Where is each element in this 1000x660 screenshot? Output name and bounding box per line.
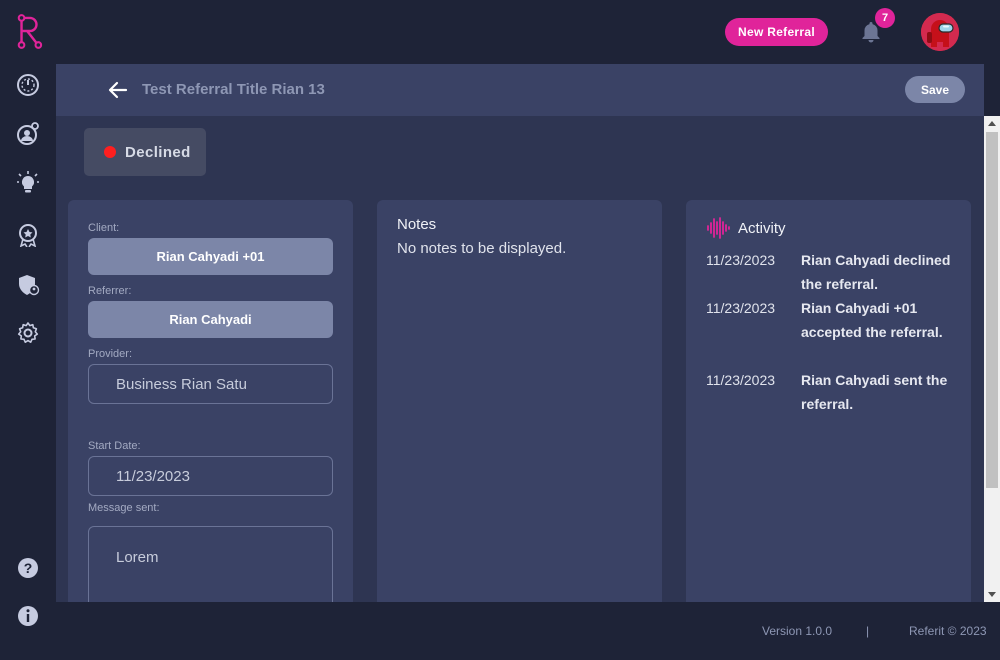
help-icon[interactable]: ? (14, 554, 42, 582)
svg-text:?: ? (24, 560, 33, 576)
status-label: Declined (125, 143, 191, 161)
back-arrow-icon[interactable] (108, 80, 128, 100)
client-value: Rian Cahyadi +01 (88, 238, 333, 275)
save-button[interactable]: Save (905, 76, 965, 103)
lightbulb-icon[interactable] (14, 169, 42, 197)
activity-date: 11/23/2023 (706, 300, 776, 316)
logo-icon[interactable] (12, 12, 46, 50)
referral-header: Test Referral Title Rian 13 Save (56, 64, 984, 116)
sidebar: ? (0, 0, 56, 660)
referrer-label: Referrer: (88, 285, 132, 297)
start-date-label: Start Date: (88, 440, 141, 452)
notes-card: Notes No notes to be displayed. (377, 200, 662, 602)
top-bar: New Referral 7 (56, 0, 1000, 64)
provider-label: Provider: (88, 348, 133, 360)
award-icon[interactable] (14, 221, 42, 249)
avatar[interactable] (921, 13, 959, 51)
activity-header: Activity (706, 216, 786, 240)
page-title: Test Referral Title Rian 13 (142, 81, 325, 98)
activity-card: Activity 11/23/2023 Rian Cahyadi decline… (686, 200, 971, 602)
scrollbar-thumb[interactable] (986, 132, 998, 488)
start-date-field[interactable]: 11/23/2023 (88, 456, 333, 496)
content-scrollbar[interactable] (984, 116, 1000, 602)
footer: Version 1.0.0 | Referit © 2023 (56, 602, 1000, 660)
status-badge: Declined (84, 128, 206, 176)
referral-detail-content: Test Referral Title Rian 13 Save Decline… (56, 64, 984, 602)
scroll-down-arrow-icon[interactable] (988, 592, 996, 597)
activity-item: 11/23/2023 Rian Cahyadi +01 accepted the… (706, 296, 956, 344)
copyright-text: Referit © 2023 (909, 624, 987, 638)
info-icon[interactable] (14, 602, 42, 630)
user-referral-icon[interactable] (14, 120, 42, 148)
activity-item: 11/23/2023 Rian Cahyadi declined the ref… (706, 248, 956, 296)
new-referral-button[interactable]: New Referral (725, 18, 828, 46)
version-text: Version 1.0.0 (762, 624, 833, 638)
gear-icon[interactable] (14, 319, 42, 347)
message-label: Message sent: (88, 502, 160, 514)
scroll-up-arrow-icon[interactable] (988, 121, 996, 126)
activity-date: 11/23/2023 (706, 372, 776, 388)
notes-title: Notes (397, 216, 437, 233)
activity-text: Rian Cahyadi declined the referral. (801, 252, 951, 292)
activity-title: Activity (738, 219, 786, 237)
notification-badge: 7 (875, 8, 895, 28)
message-field[interactable]: Lorem (88, 526, 333, 602)
client-label: Client: (88, 222, 120, 234)
details-card: Client: Rian Cahyadi +01 Referrer: Rian … (68, 200, 353, 602)
status-dot-icon (104, 146, 116, 158)
notes-empty-text: No notes to be displayed. (397, 240, 567, 257)
activity-text: Rian Cahyadi sent the referral. (801, 372, 948, 412)
provider-field[interactable]: Business Rian Satu (88, 364, 333, 404)
dashboard-icon[interactable] (14, 71, 42, 99)
activity-item: 11/23/2023 Rian Cahyadi sent the referra… (706, 368, 956, 416)
activity-date: 11/23/2023 (706, 252, 776, 268)
referrer-value: Rian Cahyadi (88, 301, 333, 338)
shield-user-icon[interactable] (14, 271, 42, 299)
activity-text: Rian Cahyadi +01 accepted the referral. (801, 300, 943, 340)
soundwave-icon (707, 217, 730, 239)
footer-separator: | (866, 624, 870, 638)
